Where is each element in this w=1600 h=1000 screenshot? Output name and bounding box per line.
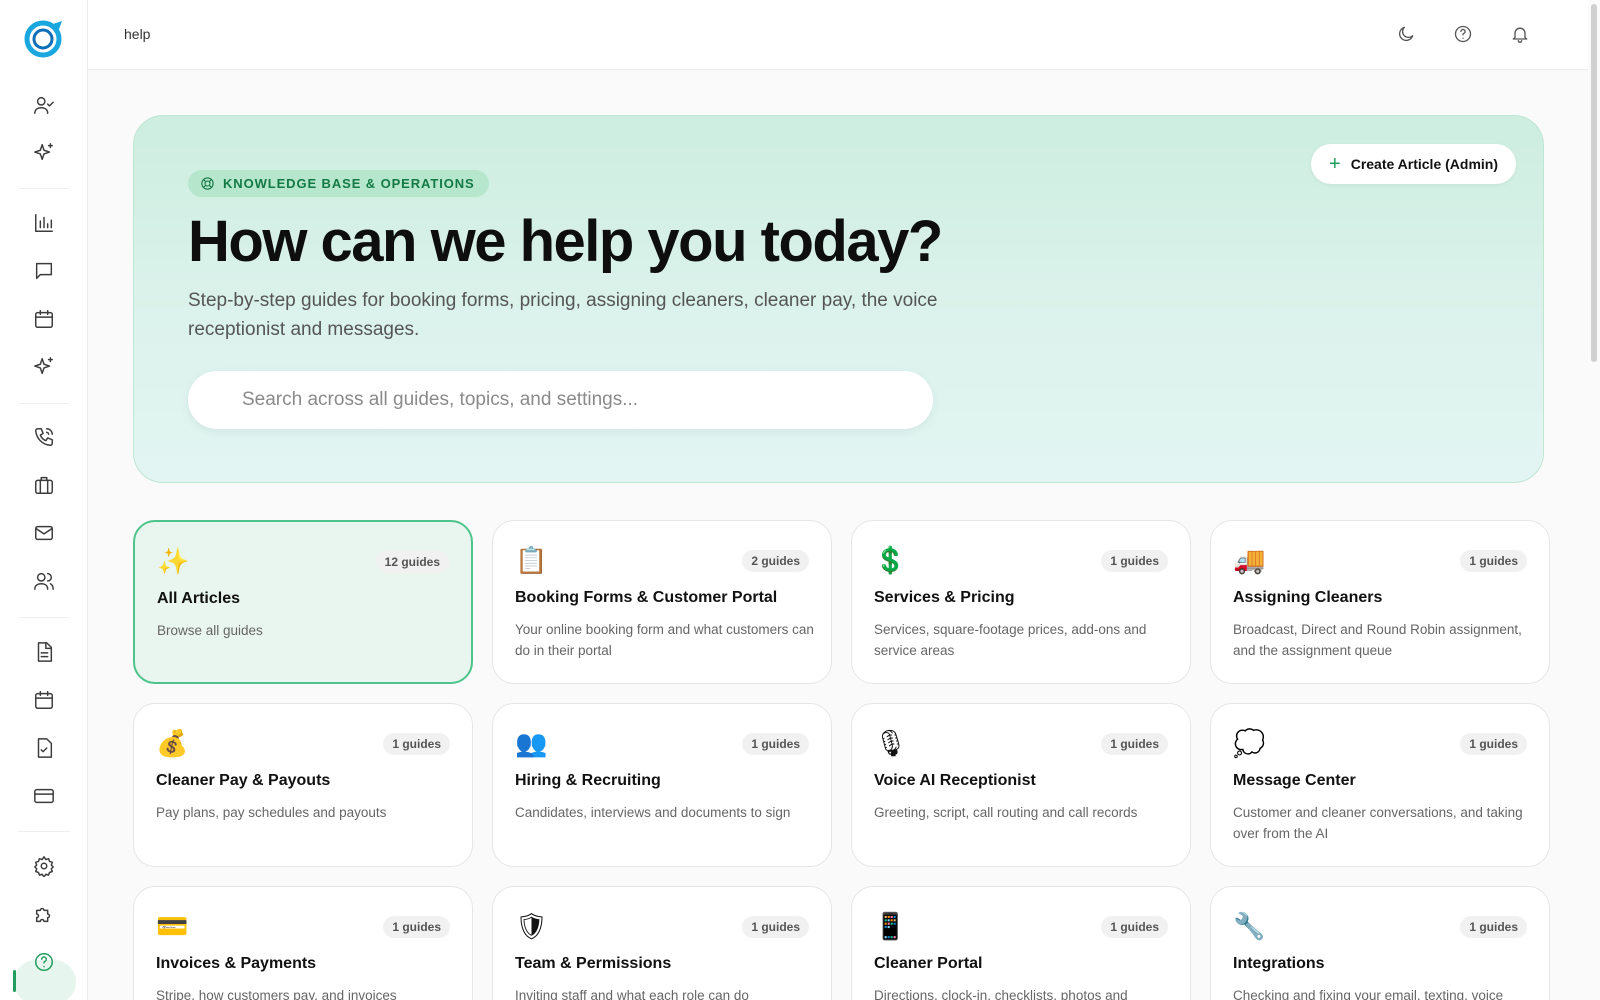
category-description: Stripe, how customers pay, and invoices <box>156 988 397 1000</box>
category-emoji-icon: 🛡 <box>515 911 549 941</box>
phone-icon[interactable] <box>28 421 60 453</box>
category-description: Services, square-footage prices, add-ons… <box>874 622 1147 658</box>
guide-count-badge: 1 guides <box>1101 550 1168 572</box>
category-emoji-icon: 🎙 <box>874 728 908 758</box>
create-article-button[interactable]: + Create Article (Admin) <box>1311 144 1516 184</box>
category-emoji-icon: 👥 <box>515 728 548 758</box>
category-title: Cleaner Portal <box>874 955 983 972</box>
category-description: Candidates, interviews and documents to … <box>515 805 791 820</box>
guide-count-badge: 1 guides <box>742 916 809 938</box>
category-description: Your online booking form and what custom… <box>515 622 814 658</box>
puzzle-icon[interactable] <box>28 898 60 930</box>
page-title: How can we help you today? <box>188 209 943 274</box>
sparkles-icon-2[interactable] <box>28 351 60 383</box>
plus-icon: + <box>1329 153 1341 175</box>
category-title: Hiring & Recruiting <box>515 772 661 789</box>
category-description: Checking and fixing your email, texting,… <box>1233 988 1504 1000</box>
guide-count-badge: 2 guides <box>742 550 809 572</box>
page-subtitle: Step-by-step guides for booking forms, p… <box>188 290 938 340</box>
category-card[interactable]: 👥 1 guides Hiring & Recruiting Candidates, … <box>492 703 832 867</box>
guide-count-badge: 1 guides <box>742 733 809 755</box>
app-logo[interactable] <box>22 17 66 59</box>
guide-count-badge: 12 guides <box>375 551 449 573</box>
category-title: Integrations <box>1233 955 1325 972</box>
search-input[interactable]: Search across all guides, topics, and se… <box>188 371 933 429</box>
category-emoji-icon: 🚚 <box>1233 545 1266 575</box>
hero-banner: KNOWLEDGE BASE & OPERATIONS How can we h… <box>133 115 1544 483</box>
category-title: Cleaner Pay & Payouts <box>156 772 331 789</box>
category-description: Pay plans, pay schedules and payouts <box>156 805 387 820</box>
category-title: Services & Pricing <box>874 589 1015 606</box>
category-card[interactable]: 💲 1 guides Services & Pricing Services, squ… <box>851 520 1191 684</box>
category-title: Voice AI Receptionist <box>874 772 1036 789</box>
category-card[interactable]: 📋 2 guides Booking Forms & Customer Portal… <box>492 520 832 684</box>
calendar-icon-2[interactable] <box>28 684 60 716</box>
category-emoji-icon: 💭 <box>1233 728 1266 758</box>
help-circle-icon[interactable] <box>28 946 60 978</box>
bar-chart-icon[interactable] <box>28 207 60 239</box>
scrollbar-thumb[interactable] <box>1591 4 1597 362</box>
category-emoji-icon: 💲 <box>874 545 907 575</box>
category-description: Directions, clock-in, checklists, photos… <box>874 988 1128 1000</box>
sidebar <box>0 0 88 1000</box>
category-description: Broadcast, Direct and Round Robin assign… <box>1233 622 1522 658</box>
category-card[interactable]: ✨ 12 guides All Articles Browse all guides <box>133 520 473 684</box>
category-card[interactable]: 📱 1 guides Cleaner Portal Directions, clock… <box>851 886 1191 1000</box>
calendar-icon[interactable] <box>28 303 60 335</box>
user-check-icon[interactable] <box>28 89 60 121</box>
chat-icon[interactable] <box>28 255 60 287</box>
category-card[interactable]: 💳 1 guides Invoices & Payments Stripe, how … <box>133 886 473 1000</box>
category-card[interactable]: 🎙 1 guides Voice AI Receptionist Greeting, … <box>851 703 1191 867</box>
guide-count-badge: 1 guides <box>383 733 450 755</box>
category-card[interactable]: 🛡 1 guides Team & Permissions Inviting staf… <box>492 886 832 1000</box>
bell-icon[interactable] <box>1502 16 1538 52</box>
category-title: Message Center <box>1233 772 1356 789</box>
credit-card-icon[interactable] <box>28 780 60 812</box>
category-emoji-icon: 📋 <box>515 545 548 575</box>
lifebuoy-icon <box>201 177 214 190</box>
scrollbar[interactable] <box>1588 0 1600 1000</box>
guide-count-badge: 1 guides <box>1460 916 1527 938</box>
category-title: Team & Permissions <box>515 955 672 972</box>
kb-badge: KNOWLEDGE BASE & OPERATIONS <box>188 170 489 197</box>
category-description: Greeting, script, call routing and call … <box>874 805 1138 820</box>
clipboard-check-icon[interactable] <box>28 732 60 764</box>
guide-count-badge: 1 guides <box>1101 916 1168 938</box>
category-card[interactable]: 💭 1 guides Message Center Customer and clea… <box>1210 703 1550 867</box>
category-title: Invoices & Payments <box>156 955 317 972</box>
category-description: Inviting staff and what each role can do <box>515 988 749 1000</box>
guide-count-badge: 1 guides <box>1460 550 1527 572</box>
sparkles-icon[interactable] <box>28 137 60 169</box>
mail-icon[interactable] <box>28 517 60 549</box>
category-description: Customer and cleaner conversations, and … <box>1233 805 1523 841</box>
breadcrumb: help <box>124 26 151 42</box>
category-emoji-icon: ✨ <box>157 546 190 576</box>
moon-icon[interactable] <box>1388 16 1424 52</box>
category-title: Booking Forms & Customer Portal <box>515 589 778 606</box>
category-title: Assigning Cleaners <box>1233 589 1383 606</box>
briefcase-icon[interactable] <box>28 469 60 501</box>
category-emoji-icon: 💳 <box>156 911 189 941</box>
category-card[interactable]: 🚚 1 guides Assigning Cleaners Broadcast, Di… <box>1210 520 1550 684</box>
document-icon[interactable] <box>28 636 60 668</box>
category-emoji-icon: 💰 <box>156 728 189 758</box>
kb-badge-label: KNOWLEDGE BASE & OPERATIONS <box>223 176 475 191</box>
category-emoji-icon: 📱 <box>874 911 907 941</box>
nav-active-indicator <box>13 970 16 992</box>
top-header: help <box>88 0 1600 70</box>
category-card[interactable]: 💰 1 guides Cleaner Pay & Payouts Pay plans,… <box>133 703 473 867</box>
guide-count-badge: 1 guides <box>1101 733 1168 755</box>
category-card[interactable]: 🔧 1 guides Integrations Checking and fixing… <box>1210 886 1550 1000</box>
guide-count-badge: 1 guides <box>383 916 450 938</box>
category-description: Browse all guides <box>157 623 263 638</box>
category-emoji-icon: 🔧 <box>1233 911 1266 941</box>
question-circle-icon[interactable] <box>1445 16 1481 52</box>
category-title: All Articles <box>157 590 240 607</box>
users-icon[interactable] <box>28 565 60 597</box>
create-article-label: Create Article (Admin) <box>1350 156 1498 172</box>
gear-icon[interactable] <box>28 850 60 882</box>
guide-count-badge: 1 guides <box>1460 733 1527 755</box>
